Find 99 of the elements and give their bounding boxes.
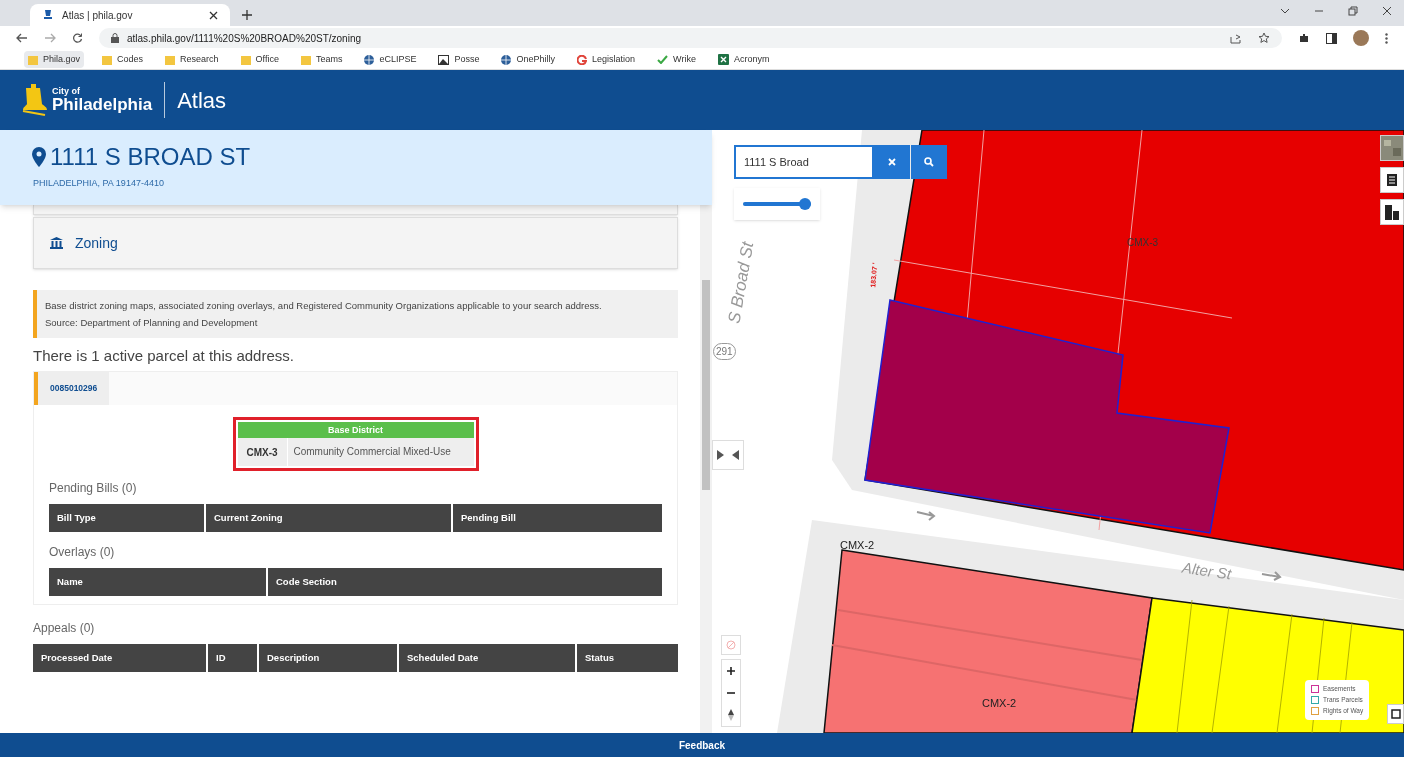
browser-tab[interactable]: Atlas | phila.gov bbox=[30, 4, 230, 26]
parcel-count-text: There is 1 active parcel at this address. bbox=[33, 346, 295, 366]
table-cell: CMX-3 bbox=[237, 438, 288, 466]
minus-icon bbox=[727, 689, 735, 697]
description-text: Base district zoning maps, associated zoning overlays, and Registered Community Organizations applicable to your search address. bbox=[45, 299, 603, 313]
opacity-slider[interactable] bbox=[743, 198, 811, 210]
column-header: Bill Type bbox=[49, 504, 204, 532]
bookmark[interactable]: eCLIPSE bbox=[360, 51, 421, 68]
folder-icon bbox=[300, 54, 311, 65]
fullscreen-button[interactable] bbox=[1387, 704, 1404, 724]
clear-button[interactable] bbox=[874, 145, 910, 179]
map-label: S Broad St bbox=[723, 240, 759, 326]
address-bar[interactable]: atlas.phila.gov/1111%20S%20BROAD%20ST/zoning bbox=[99, 28, 1282, 48]
restore-icon bbox=[1348, 6, 1358, 16]
building-icon bbox=[50, 237, 63, 249]
buildings-button[interactable] bbox=[1380, 199, 1404, 225]
table-cell-text: Community Commercial Mixed-Use bbox=[292, 445, 452, 459]
globe-icon bbox=[501, 54, 512, 65]
compass-icon bbox=[728, 709, 734, 721]
address-title: 1111 S BROAD ST bbox=[50, 145, 251, 169]
map-label: Alter St bbox=[1180, 557, 1233, 585]
close-icon bbox=[888, 158, 896, 166]
one-way-arrow-icon bbox=[916, 511, 936, 521]
map-label: CMX-2 bbox=[982, 696, 1017, 711]
one-way-arrow-icon bbox=[1261, 571, 1282, 581]
back-icon bbox=[16, 33, 28, 43]
square-icon bbox=[1390, 709, 1401, 719]
tab-title: Atlas | phila.gov bbox=[62, 8, 134, 23]
lock-icon bbox=[111, 33, 119, 43]
column-header: ID bbox=[208, 644, 257, 672]
more-icon bbox=[1385, 32, 1388, 44]
column-header: Current Zoning bbox=[206, 504, 451, 532]
logo-text: City of bbox=[52, 87, 81, 96]
column-header: Code Section bbox=[268, 568, 662, 596]
column-header: Name bbox=[49, 568, 266, 596]
column-header: Description bbox=[259, 644, 397, 672]
bookmark[interactable]: Codes bbox=[98, 51, 148, 68]
folder-icon bbox=[165, 54, 176, 65]
bookmark[interactable]: Phila.gov bbox=[24, 51, 85, 68]
new-tab-icon bbox=[242, 10, 252, 20]
g-letter-icon bbox=[577, 54, 587, 65]
bookmark[interactable]: Legislation bbox=[573, 51, 640, 68]
triangle-right-icon bbox=[717, 450, 724, 460]
location-pin-icon bbox=[32, 147, 46, 167]
folder-icon bbox=[240, 54, 251, 65]
search-icon bbox=[924, 157, 934, 167]
side-panel-icon bbox=[1326, 32, 1337, 44]
spreadsheet-icon bbox=[717, 54, 729, 65]
bookmark[interactable]: Office bbox=[236, 51, 283, 68]
triangle-left-icon bbox=[732, 450, 739, 460]
liberty-bell-icon bbox=[20, 84, 48, 116]
zoning-parcel[interactable] bbox=[1131, 597, 1404, 733]
bookmark[interactable]: Research bbox=[161, 51, 223, 68]
column-header: Status bbox=[577, 644, 678, 672]
aerial-imagery-button[interactable] bbox=[1380, 135, 1404, 161]
close-icon bbox=[1382, 6, 1392, 16]
map-label: CMX-3 bbox=[1127, 236, 1159, 250]
plus-icon bbox=[727, 667, 735, 675]
column-header: Pending Bill bbox=[453, 504, 662, 532]
logo-text: Philadelphia bbox=[52, 96, 153, 113]
bookmark[interactable]: Posse bbox=[434, 51, 484, 68]
bookmark[interactable]: Acronym bbox=[713, 51, 774, 68]
share-icon bbox=[1230, 32, 1242, 44]
table-title: Pending Bills (0) bbox=[49, 480, 138, 497]
app-title: Atlas bbox=[177, 86, 227, 115]
forward-icon bbox=[44, 33, 56, 43]
avatar-icon bbox=[1353, 30, 1369, 46]
column-header: Scheduled Date bbox=[399, 644, 575, 672]
table-title: Appeals (0) bbox=[33, 620, 96, 637]
column-header: Processed Date bbox=[33, 644, 206, 672]
globe-icon bbox=[364, 54, 375, 65]
image-icon bbox=[438, 54, 450, 65]
check-icon bbox=[657, 55, 669, 64]
chevron-down-icon bbox=[1280, 7, 1290, 15]
panel-toggle[interactable] bbox=[712, 440, 744, 470]
bookmark[interactable]: OnePhilly bbox=[497, 51, 559, 68]
aerial-photo-icon bbox=[1381, 136, 1403, 160]
selected-parcel[interactable] bbox=[864, 299, 1230, 534]
bookmark[interactable]: Wrike bbox=[653, 51, 700, 68]
map-label: CMX-2 bbox=[840, 538, 875, 553]
close-icon bbox=[209, 10, 218, 20]
parcel-tab[interactable]: 0085010296 bbox=[34, 372, 110, 405]
star-icon bbox=[1258, 32, 1270, 44]
bookmark[interactable]: Teams bbox=[296, 51, 347, 68]
minimize-icon bbox=[1314, 7, 1324, 15]
table-header: Base District bbox=[237, 422, 474, 438]
address-subtitle: PHILADELPHIA, PA 19147-4410 bbox=[33, 177, 165, 190]
section-header[interactable]: Zoning bbox=[33, 217, 678, 269]
search-button[interactable] bbox=[911, 145, 947, 179]
table-title: Overlays (0) bbox=[49, 544, 116, 561]
search-field[interactable]: 1111 S Broad bbox=[734, 145, 874, 179]
folder-icon bbox=[102, 54, 113, 65]
scrollbar[interactable] bbox=[700, 205, 712, 733]
source-text: Source: Department of Planning and Development bbox=[45, 316, 259, 330]
feedback-link[interactable]: Feedback bbox=[678, 737, 726, 753]
no-draw-icon bbox=[726, 640, 736, 650]
reload-icon bbox=[72, 32, 83, 44]
zoning-parcel[interactable] bbox=[823, 549, 1153, 733]
folder-icon bbox=[28, 54, 38, 65]
